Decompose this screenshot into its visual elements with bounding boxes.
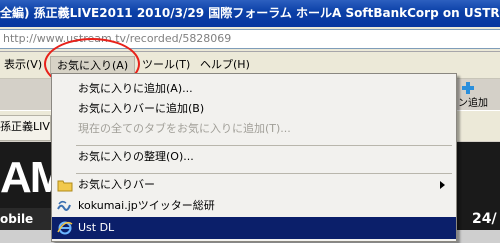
wave-icon xyxy=(57,200,71,211)
menu-favorite-ust-dl[interactable]: Ust DL xyxy=(52,217,456,239)
toolbar-add-button[interactable]: ン追加 xyxy=(458,80,500,109)
submenu-arrow-icon xyxy=(440,181,445,189)
address-bar: http://www.ustream.tv/recorded/5828069 xyxy=(0,27,500,52)
menu-item-label: お気に入りに追加(A)... xyxy=(78,82,193,95)
menu-item-label: kokumai.jpツイッター総研 xyxy=(78,199,215,212)
menu-add-all-tabs: 現在の全てのタブをお気に入りに追加(T)... xyxy=(52,118,456,140)
menu-item-label: お気に入りバーに追加(B) xyxy=(78,102,205,115)
menu-favorite-kokumai[interactable]: kokumai.jpツイッター総研 xyxy=(52,195,456,217)
menu-item-label: お気に入りバー xyxy=(78,178,155,191)
menu-add-to-favorites[interactable]: お気に入りに追加(A)... xyxy=(52,78,456,100)
window-title: 全編) 孫正義LIVE2011 2010/3/29 国際フォーラム ホールA S… xyxy=(0,6,500,20)
ie-icon xyxy=(57,221,73,235)
menu-add-to-favorites-bar[interactable]: お気に入りバーに追加(B) xyxy=(52,98,456,120)
toolbar-add-label: ン追加 xyxy=(458,98,488,109)
menu-tools[interactable]: ツール(T) xyxy=(136,56,196,74)
menu-view[interactable]: 表示(V) xyxy=(0,56,48,74)
window-title-bar: 全編) 孫正義LIVE2011 2010/3/29 国際フォーラム ホールA S… xyxy=(0,0,500,27)
nav-mobile-link[interactable]: obile xyxy=(0,208,52,230)
menu-help[interactable]: ヘルプ(H) xyxy=(194,56,256,74)
address-field[interactable]: http://www.ustream.tv/recorded/5828069 xyxy=(0,29,500,49)
tab-current[interactable]: 孫正義LIVE xyxy=(0,115,51,141)
menu-item-label: Ust DL xyxy=(78,221,115,234)
menu-item-label: お気に入りの整理(O)... xyxy=(78,150,194,163)
folder-icon xyxy=(57,180,73,192)
date-label: 24/ xyxy=(472,211,497,227)
plus-icon xyxy=(462,82,474,94)
menu-favorites-bar[interactable]: お気に入りバー xyxy=(52,174,456,196)
menu-item-label: 現在の全てのタブをお気に入りに追加(T)... xyxy=(78,122,291,135)
menu-organize-favorites[interactable]: お気に入りの整理(O)... xyxy=(52,146,456,168)
favorites-dropdown: お気に入りに追加(A)... お気に入りバーに追加(B) 現在の全てのタブをお気… xyxy=(51,73,457,242)
